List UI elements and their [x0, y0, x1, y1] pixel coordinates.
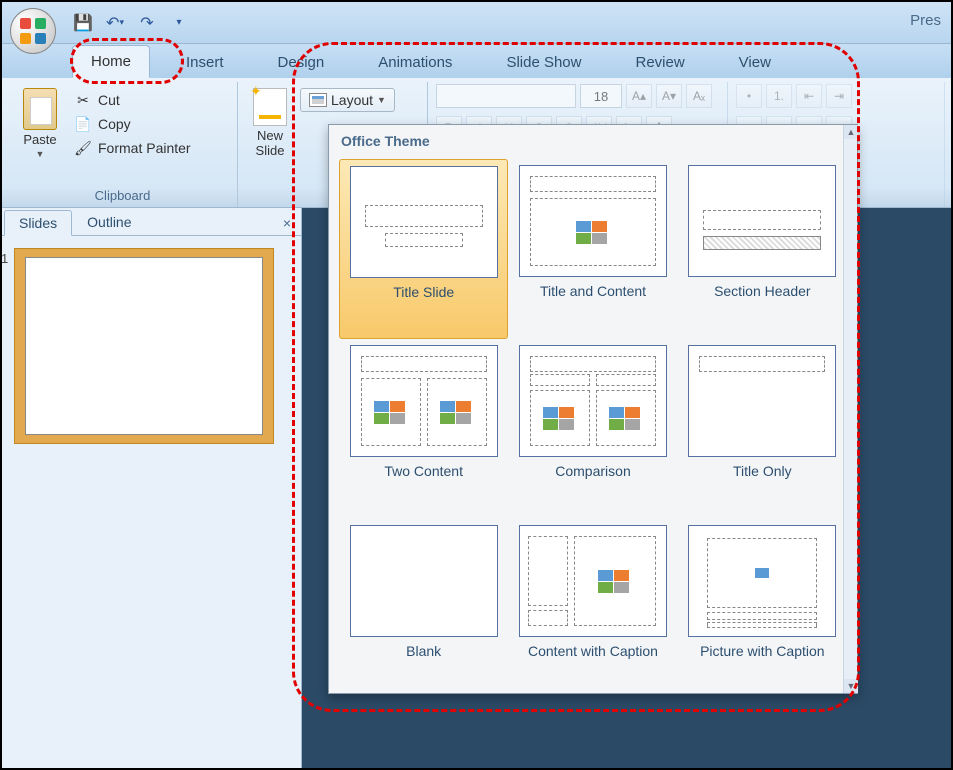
copy-icon: 📄 [74, 115, 92, 133]
layout-option-title_content[interactable]: Title and Content [508, 159, 677, 339]
grow-font-button[interactable]: A▴ [626, 84, 652, 108]
layout-preview-icon [350, 525, 498, 637]
layout-option-title[interactable]: Title Slide [339, 159, 508, 339]
layout-option-label: Comparison [555, 463, 630, 480]
panel-close-button[interactable]: × [273, 211, 301, 235]
layout-option-label: Blank [406, 643, 441, 660]
scrollbar[interactable]: ▲ ▼ [843, 125, 857, 693]
new-slide-button[interactable]: New Slide [246, 84, 294, 162]
redo-icon: ↷ [140, 13, 153, 33]
undo-icon: ↶ [106, 13, 119, 33]
paste-label: Paste [23, 132, 56, 147]
slide-panel: Slides Outline × [2, 208, 302, 768]
copy-label: Copy [98, 116, 131, 132]
group-clipboard: Paste ▼ ✂ Cut 📄 Copy 🖌 Format Painter Cl… [8, 82, 238, 207]
layout-option-blank[interactable]: Blank [339, 519, 508, 693]
layout-option-label: Section Header [714, 283, 811, 300]
tab-design[interactable]: Design [260, 47, 343, 78]
layout-preview-icon [350, 345, 498, 457]
panel-tabs: Slides Outline × [2, 208, 301, 236]
font-size-input[interactable] [580, 84, 622, 108]
layout-option-label: Content with Caption [528, 643, 658, 660]
format-painter-button[interactable]: 🖌 Format Painter [70, 136, 195, 160]
panel-tab-slides[interactable]: Slides [4, 210, 72, 236]
layout-preview-icon [688, 345, 836, 457]
tab-insert[interactable]: Insert [168, 47, 242, 78]
paste-icon [23, 88, 57, 130]
save-icon: 💾 [73, 13, 93, 33]
numbering-button[interactable]: 1. [766, 84, 792, 108]
layout-icon [309, 93, 327, 107]
cut-label: Cut [98, 92, 120, 108]
window-title: Pres [910, 12, 941, 29]
layout-preview-icon [519, 525, 667, 637]
layout-option-content_caption[interactable]: Content with Caption [508, 519, 677, 693]
panel-tab-outline[interactable]: Outline [72, 209, 146, 235]
tab-review[interactable]: Review [617, 47, 702, 78]
title-bar: 💾 ↶▾ ↷ ▾ Pres [2, 2, 951, 44]
layout-option-label: Title Only [733, 463, 792, 480]
scroll-up-button[interactable]: ▲ [844, 125, 858, 139]
layout-grid: Title Slide Title and Content Section Head… [329, 155, 857, 693]
tab-slideshow[interactable]: Slide Show [488, 47, 599, 78]
tab-home[interactable]: Home [72, 45, 150, 78]
indent-inc-button[interactable]: ⇥ [826, 84, 852, 108]
new-slide-label: New Slide [256, 128, 285, 158]
copy-button[interactable]: 📄 Copy [70, 112, 195, 136]
brush-icon: 🖌 [74, 139, 92, 157]
cut-button[interactable]: ✂ Cut [70, 88, 195, 112]
indent-dec-button[interactable]: ⇤ [796, 84, 822, 108]
office-logo-icon [20, 18, 46, 44]
ribbon-tabs: Home Insert Design Animations Slide Show… [2, 44, 951, 78]
scissors-icon: ✂ [74, 91, 92, 109]
undo-button[interactable]: ↶▾ [104, 12, 126, 34]
layout-option-picture_caption[interactable]: Picture with Caption [678, 519, 847, 693]
layout-preview-icon [350, 166, 498, 278]
layout-popup-header: Office Theme [329, 125, 857, 155]
bullets-button[interactable]: • [736, 84, 762, 108]
layout-option-comparison[interactable]: Comparison [508, 339, 677, 519]
redo-button[interactable]: ↷ [136, 12, 158, 34]
layout-option-label: Title Slide [393, 284, 454, 301]
tab-animations[interactable]: Animations [360, 47, 470, 78]
new-slide-icon [253, 88, 287, 126]
layout-option-title_only[interactable]: Title Only [678, 339, 847, 519]
layout-label: Layout [331, 92, 373, 108]
format-painter-label: Format Painter [98, 140, 191, 156]
clipboard-group-label: Clipboard [16, 186, 229, 207]
save-button[interactable]: 💾 [72, 12, 94, 34]
layout-gallery-popup: Office Theme Title Slide Title and Conten… [328, 124, 858, 694]
office-button[interactable] [10, 8, 56, 54]
chevron-down-icon: ▼ [377, 95, 386, 105]
slide-preview [25, 257, 263, 435]
layout-preview-icon [519, 165, 667, 277]
paste-button[interactable]: Paste ▼ [16, 84, 64, 163]
layout-option-label: Title and Content [540, 283, 646, 300]
tab-view[interactable]: View [721, 47, 789, 78]
clear-formatting-button[interactable]: Aₓ [686, 84, 712, 108]
layout-option-label: Two Content [384, 463, 463, 480]
slide-thumbnail-1[interactable] [14, 248, 289, 444]
scroll-down-button[interactable]: ▼ [844, 679, 858, 693]
qat-customize-button[interactable]: ▾ [168, 12, 190, 34]
layout-preview-icon [519, 345, 667, 457]
font-family-input[interactable] [436, 84, 576, 108]
layout-button[interactable]: Layout ▼ [300, 88, 395, 112]
chevron-down-icon: ▼ [36, 149, 45, 159]
layout-preview-icon [688, 165, 836, 277]
quick-access-toolbar: 💾 ↶▾ ↷ ▾ [72, 12, 190, 34]
layout-option-label: Picture with Caption [700, 643, 825, 660]
layout-option-section[interactable]: Section Header [678, 159, 847, 339]
layout-option-two_content[interactable]: Two Content [339, 339, 508, 519]
shrink-font-button[interactable]: A▾ [656, 84, 682, 108]
layout-preview-icon [688, 525, 836, 637]
